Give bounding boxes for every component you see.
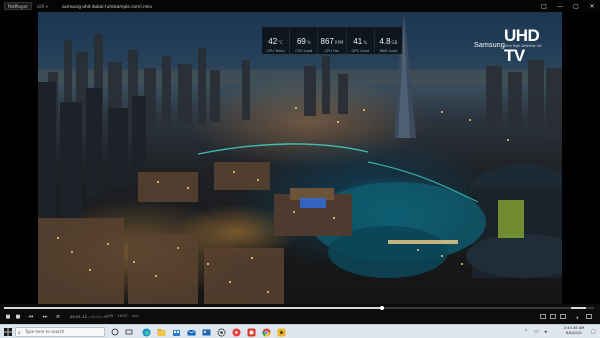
pin-button[interactable]: □ <box>536 0 552 12</box>
app-menu-button[interactable]: PotPlayer <box>4 2 32 10</box>
potplayer-taskbar-icon[interactable] <box>276 327 286 337</box>
hud-label: CPU Load <box>295 48 313 53</box>
volume-slider[interactable] <box>571 307 591 309</box>
minimize-button[interactable]: — <box>552 0 568 12</box>
video-viewport[interactable]: 42°C CPU Temp 69% CPU Load 867RPM CPU Fa… <box>0 12 600 304</box>
hud-value: 4.8 <box>379 36 391 46</box>
hud-value: 69 <box>296 36 306 46</box>
taskbar-search-box[interactable]: ⌕ Type here to search <box>15 327 105 337</box>
audio-tag[interactable]: AAC <box>132 314 139 318</box>
hud-label: GPU Load <box>351 48 369 53</box>
settings-gear-icon[interactable] <box>216 327 226 337</box>
close-button[interactable]: ✕ <box>584 0 600 12</box>
speaker-icon[interactable]: 🔈︎ <box>574 314 582 322</box>
edge-browser-icon[interactable] <box>141 327 151 337</box>
samsung-uhd-logo: Samsung UHD TV Ultra High Definition 4K <box>474 26 542 65</box>
codec-tag[interactable]: HEVC <box>118 314 128 318</box>
hud-ram-load: 4.8GB RAM Load <box>375 27 402 54</box>
hud-unit: % <box>363 39 368 45</box>
search-placeholder: Type here to search <box>25 329 65 334</box>
volume-level <box>571 307 586 309</box>
hud-gpu-load: 41% GPU Load <box>347 27 375 54</box>
hud-unit: °C <box>278 39 283 45</box>
playlist-icon[interactable] <box>540 314 546 319</box>
notifications-icon[interactable]: ▢ <box>591 329 596 335</box>
cortana-icon[interactable] <box>110 327 120 337</box>
title-bar: PotPlayer x86 ▾ samsung-uhd-dubai-(uhdsa… <box>0 0 600 12</box>
previous-icon[interactable]: ⏮ <box>26 313 36 321</box>
red-app-icon[interactable] <box>246 327 256 337</box>
volume-tray-icon[interactable]: ◂ <box>544 329 547 335</box>
brand-maker: Samsung <box>474 42 505 49</box>
task-view-icon[interactable] <box>124 327 134 337</box>
hud-cpu-temp: 42°C CPU Temp <box>262 27 291 54</box>
seek-progress <box>4 307 382 309</box>
brand-tagline: Ultra High Definition 4K <box>504 44 542 48</box>
window-title: samsung-uhd-dubai-(uhdsample.com).mkv <box>61 3 153 9</box>
next-icon[interactable]: ⏭ <box>40 313 50 321</box>
search-icon: ⌕ <box>18 330 21 336</box>
hud-value: 41 <box>353 36 363 46</box>
video-frame[interactable]: 42°C CPU Temp 69% CPU Load 867RPM CPU Fa… <box>38 12 562 304</box>
hud-unit: % <box>306 39 311 45</box>
time-total: / 00:01:46 <box>88 314 108 319</box>
hud-unit: GB <box>391 39 398 45</box>
settings-icon[interactable] <box>550 314 556 319</box>
tray-chevron-icon[interactable]: ⌃ <box>524 329 528 335</box>
media-app-icon[interactable] <box>231 327 241 337</box>
hud-value: 42 <box>268 36 278 46</box>
system-clock[interactable]: 2:43:36 AM 6/8/2021 <box>559 326 589 336</box>
eject-icon[interactable]: ≡ <box>54 313 62 321</box>
stop-icon[interactable]: ■ <box>4 313 12 321</box>
hud-cpu-fan: 867RPM CPU Fan <box>318 27 347 54</box>
window-controls: □ — ▢ ✕ <box>536 0 600 12</box>
windows-taskbar: ⌕ Type here to search ⌃ ▭ ◂ 2:43:36 AM 6… <box>0 324 600 338</box>
stop-button-icon[interactable]: ■ <box>14 313 22 321</box>
playback-time: 00:01:12 / 00:01:46 <box>70 314 108 319</box>
seek-handle[interactable] <box>379 306 384 310</box>
mail-icon[interactable] <box>186 327 196 337</box>
store-icon[interactable] <box>171 327 181 337</box>
hud-value: 867 <box>320 36 334 46</box>
version-dropdown[interactable]: x86 ▾ <box>37 4 48 9</box>
player-controls: ■ ■ ⏮ ⏭ ≡ 00:01:12 / 00:01:46 H/W HEVC A… <box>0 304 600 324</box>
time-current: 00:01:12 <box>70 314 88 319</box>
chrome-icon[interactable] <box>261 327 271 337</box>
seek-bar[interactable] <box>4 306 594 310</box>
clock-date: 6/8/2021 <box>565 331 583 335</box>
fullscreen-icon[interactable] <box>560 314 566 319</box>
hud-label: CPU Fan <box>324 48 340 53</box>
hud-unit: RPM <box>334 39 344 45</box>
hud-label: RAM Load <box>379 48 398 53</box>
photos-icon[interactable] <box>201 327 211 337</box>
hud-cpu-load: 69% CPU Load <box>290 27 319 54</box>
maximize-button[interactable]: ▢ <box>568 0 584 12</box>
menu-icon[interactable] <box>586 314 592 319</box>
network-icon[interactable]: ▭ <box>534 329 539 335</box>
hardware-monitor-overlay: 42°C CPU Temp 69% CPU Load 867RPM CPU Fa… <box>262 27 402 54</box>
city-skyline-scene <box>38 12 562 304</box>
hw-tag[interactable]: H/W <box>106 314 113 318</box>
hud-label: CPU Temp <box>266 48 285 53</box>
windows-start-icon[interactable] <box>4 328 12 336</box>
file-explorer-icon[interactable] <box>156 327 166 337</box>
